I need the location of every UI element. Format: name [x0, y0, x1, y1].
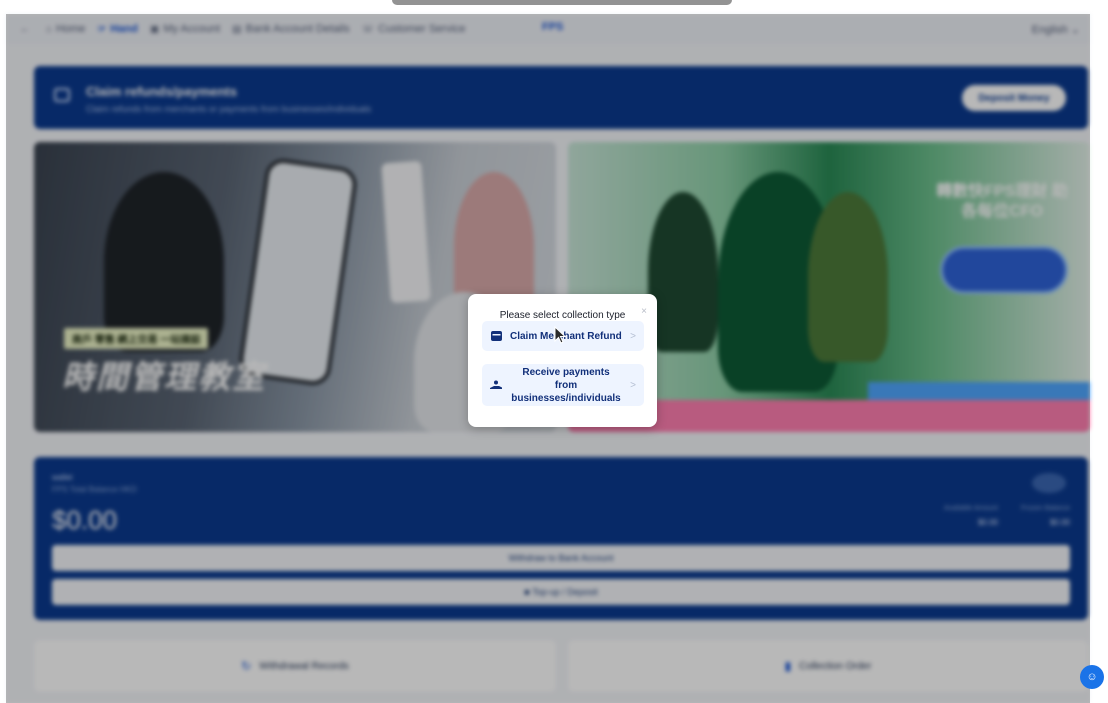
receive-payments-label: Receive payments from businesses/individ… [511, 366, 621, 404]
receive-payments-option[interactable]: Receive payments from businesses/individ… [482, 364, 644, 406]
modal-title: Please select collection type [499, 310, 626, 321]
hand-coin-icon [490, 380, 502, 390]
store-icon [490, 331, 502, 341]
chevron-right-icon: > [630, 379, 636, 391]
chat-bubble-icon: ☺ [1086, 671, 1098, 683]
browser-top-bar [0, 0, 1108, 14]
chevron-right-icon: > [630, 330, 636, 342]
chat-support-button[interactable]: ☺ [1080, 665, 1104, 689]
mouse-cursor-icon [554, 326, 567, 344]
close-icon[interactable]: × [641, 306, 647, 317]
frame-right-edge [1090, 14, 1108, 703]
browser-notch [392, 0, 732, 5]
collection-type-modal: Please select collection type × Claim Me… [468, 294, 657, 427]
